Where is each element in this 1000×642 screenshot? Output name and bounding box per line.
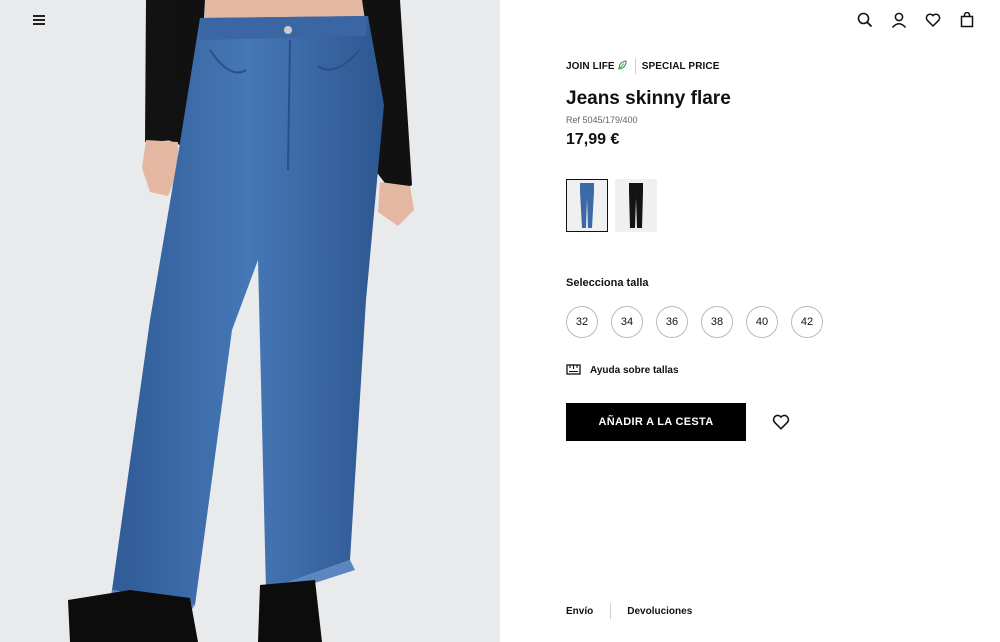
special-price-tag: SPECIAL PRICE <box>641 60 720 72</box>
size-help-link[interactable]: Ayuda sobre tallas <box>566 363 679 378</box>
size-option-34[interactable]: 34 <box>611 306 643 338</box>
product-image[interactable] <box>0 0 500 642</box>
size-help-label: Ayuda sobre tallas <box>590 365 679 376</box>
search-icon[interactable] <box>856 11 874 29</box>
footer-separator <box>610 603 612 619</box>
size-option-32[interactable]: 32 <box>566 306 598 338</box>
color-swatch-blue[interactable] <box>566 179 608 232</box>
product-photo-jeans <box>68 0 414 642</box>
hamburger-menu-icon <box>33 15 45 25</box>
ruler-icon <box>566 363 581 378</box>
add-to-cart-button[interactable]: AÑADIR A LA CESTA <box>566 403 746 441</box>
product-tags: JOIN LIFE SPECIAL PRICE <box>566 58 720 74</box>
shopping-bag-icon[interactable] <box>958 11 976 29</box>
size-option-38[interactable]: 38 <box>701 306 733 338</box>
product-ref: Ref 5045/179/400 <box>566 115 638 125</box>
tag-separator <box>634 58 636 74</box>
header-actions <box>856 11 976 29</box>
heart-icon[interactable] <box>924 11 942 29</box>
size-option-40[interactable]: 40 <box>746 306 778 338</box>
returns-link[interactable]: Devoluciones <box>627 606 692 617</box>
leaf-icon <box>618 59 627 73</box>
menu-button[interactable] <box>28 10 50 30</box>
size-selector: 32 34 36 38 40 42 <box>566 306 823 338</box>
shipping-link[interactable]: Envío <box>566 606 593 617</box>
color-swatch-black[interactable] <box>615 179 657 232</box>
product-price: 17,99 € <box>566 131 620 148</box>
product-title: Jeans skinny flare <box>566 88 731 109</box>
join-life-tag: JOIN LIFE <box>566 60 615 72</box>
footer-links: Envío Devoluciones <box>566 603 692 619</box>
size-option-36[interactable]: 36 <box>656 306 688 338</box>
user-icon[interactable] <box>890 11 908 29</box>
color-swatches <box>566 179 657 232</box>
add-to-wishlist-heart-icon[interactable] <box>772 413 790 431</box>
size-selector-label: Selecciona talla <box>566 277 649 289</box>
size-option-42[interactable]: 42 <box>791 306 823 338</box>
